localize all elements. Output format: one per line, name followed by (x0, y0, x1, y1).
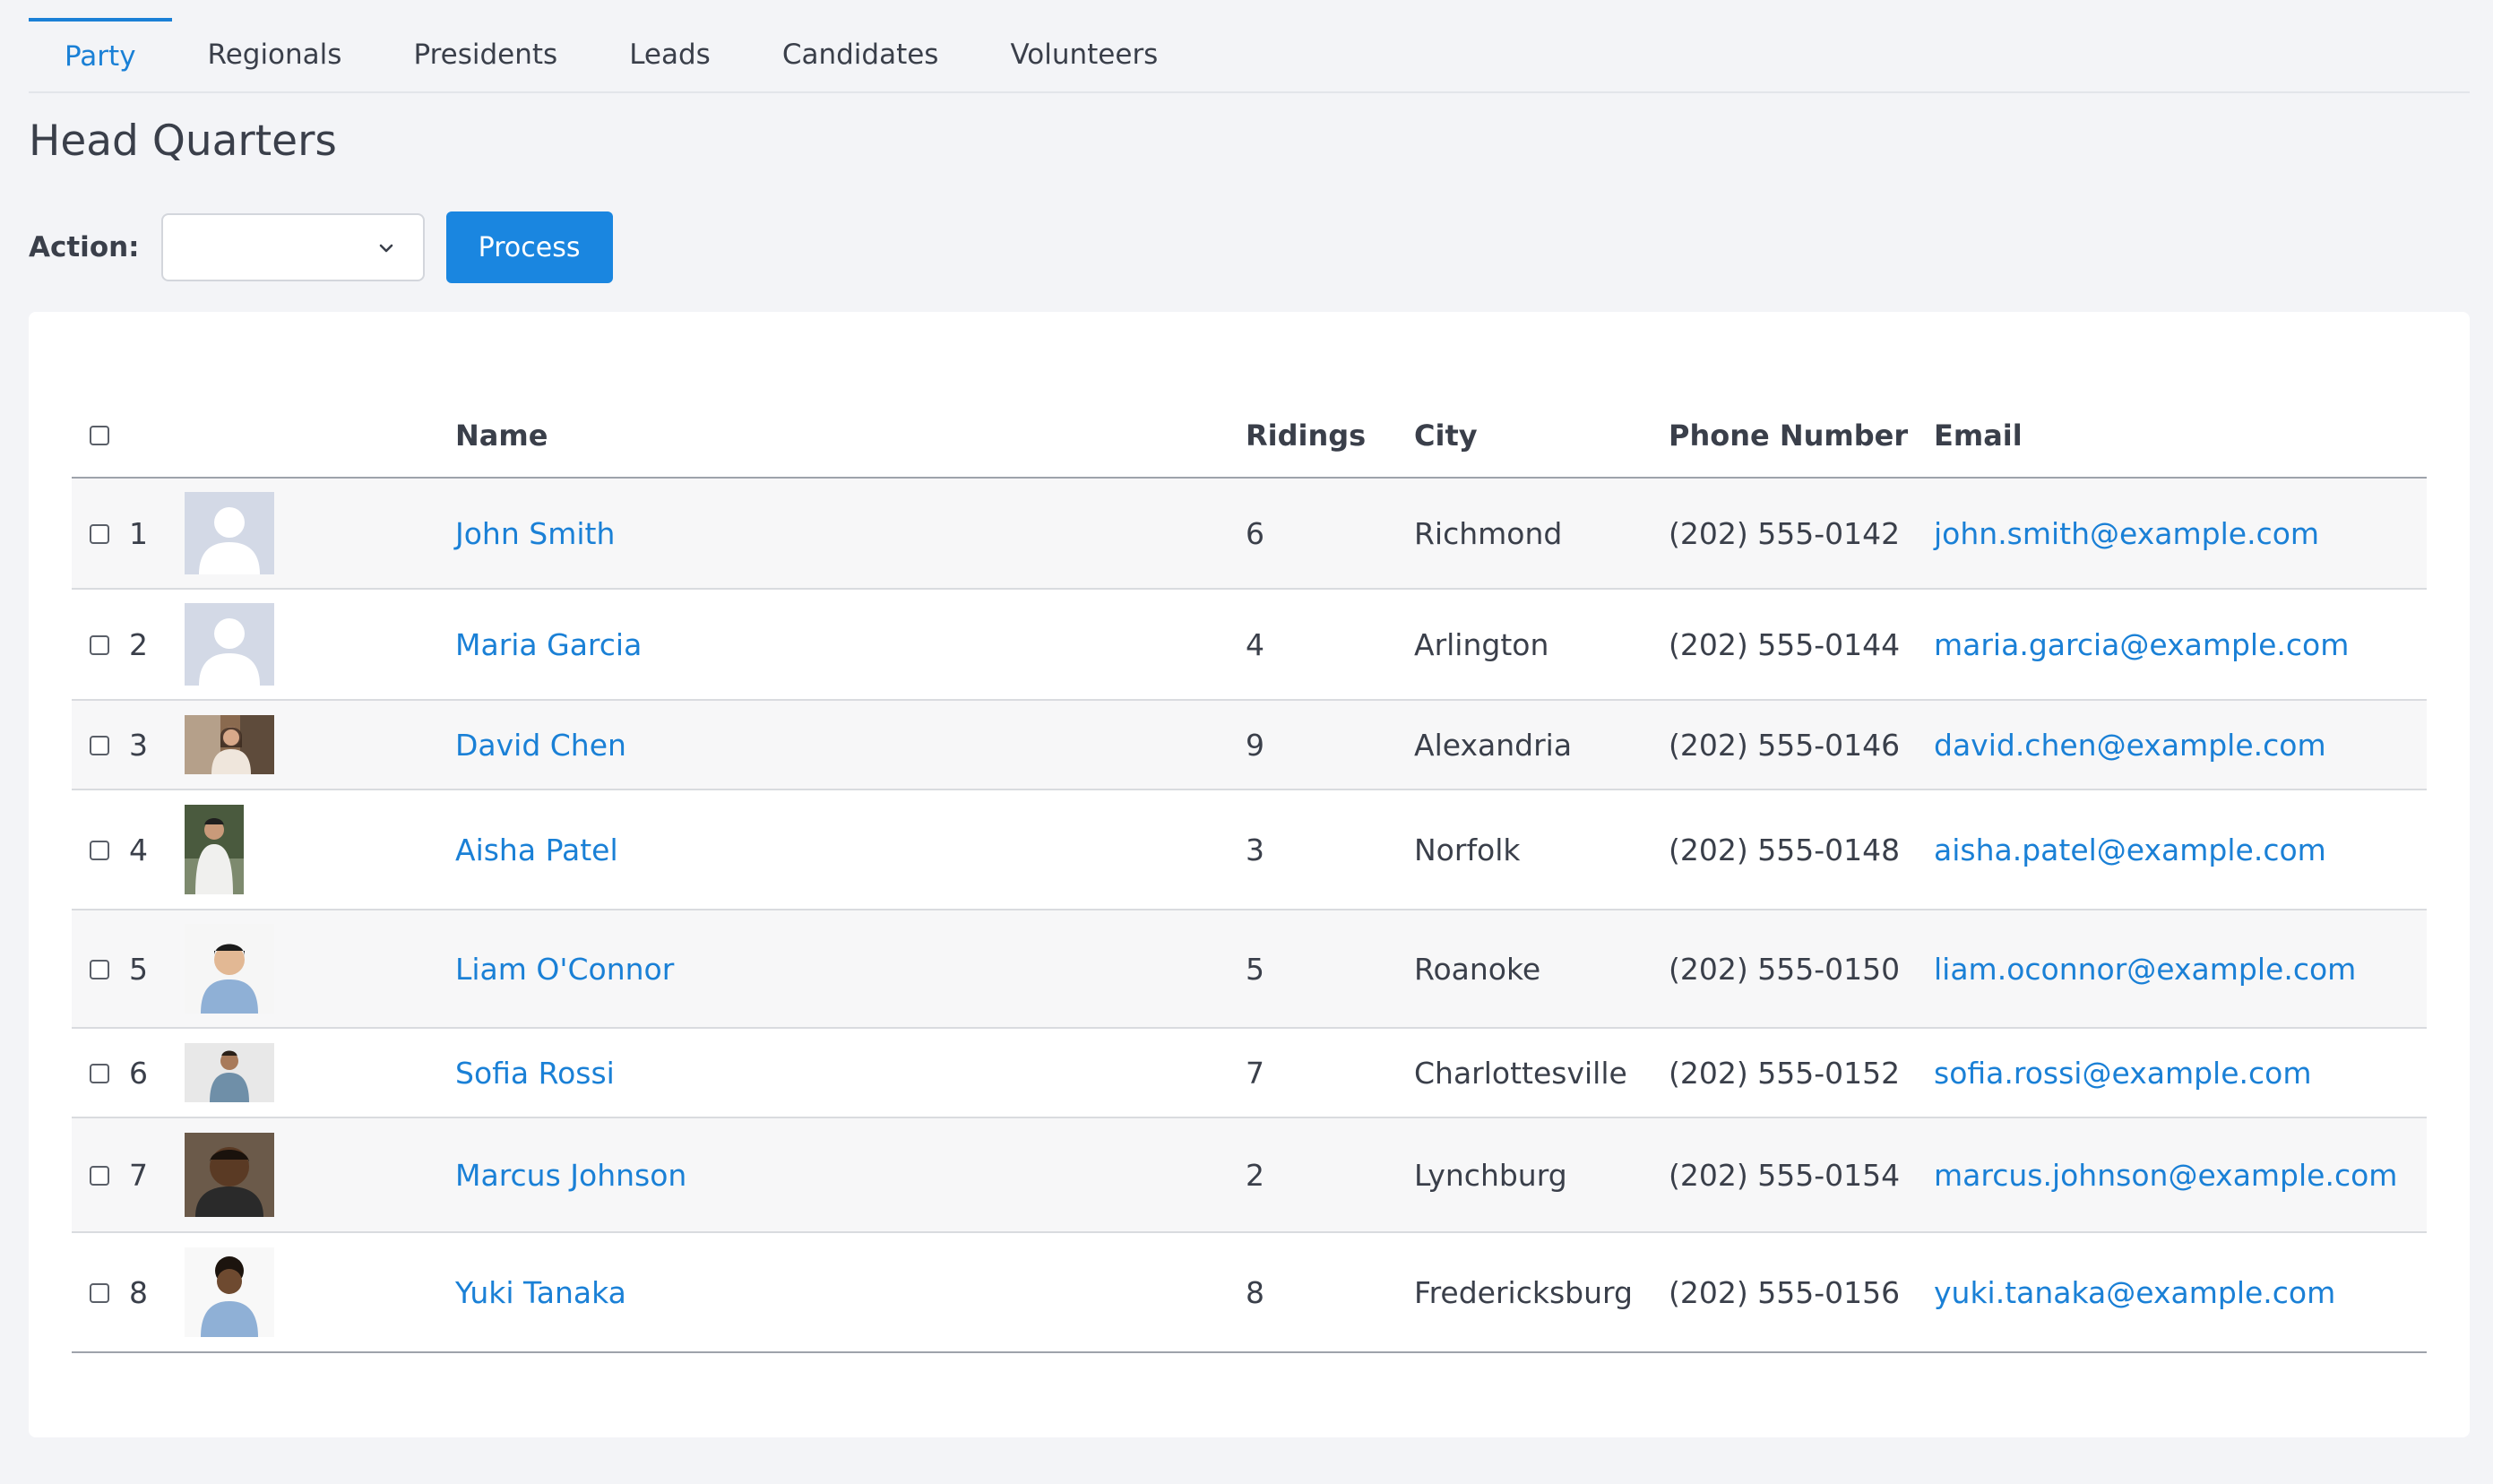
table-row: 1 John Smith 6 Richmond (202) 555-0142 j… (72, 478, 2427, 590)
page-title: Head Quarters (29, 116, 337, 166)
table-row: 4 Aisha Patel 3 Norfolk (202) 555-0148 a… (72, 789, 2427, 910)
table-row: 7 Marcus Johnson 2 Lynchburg (202) 555-0… (72, 1117, 2427, 1233)
ridings-cell: 3 (1246, 789, 1414, 910)
tab-candidates[interactable]: Candidates (746, 18, 975, 91)
member-name-link[interactable]: Sofia Rossi (455, 1056, 615, 1091)
email-link[interactable]: sofia.rossi@example.com (1934, 1056, 2311, 1091)
city-cell: Fredericksburg (1414, 1232, 1669, 1353)
email-link[interactable]: liam.oconnor@example.com (1934, 952, 2356, 987)
email-header[interactable]: Email (1934, 394, 2427, 479)
email-link[interactable]: marcus.johnson@example.com (1934, 1158, 2397, 1193)
email-link[interactable]: john.smith@example.com (1934, 516, 2319, 551)
tab-presidents[interactable]: Presidents (377, 18, 593, 91)
member-name-link[interactable]: Marcus Johnson (455, 1158, 686, 1193)
row-checkbox[interactable] (90, 634, 109, 655)
table-row: 5 Liam O'Connor 5 Roanoke (202) 555-0150… (72, 910, 2427, 1029)
city-cell: Alexandria (1414, 700, 1669, 790)
city-cell: Charlottesville (1414, 1028, 1669, 1118)
member-name-link[interactable]: Aisha Patel (455, 833, 618, 867)
action-label: Action: (29, 231, 140, 263)
phone-cell: (202) 555-0156 (1669, 1232, 1934, 1353)
ridings-cell: 8 (1246, 1232, 1414, 1353)
profile-photo (185, 805, 244, 894)
tab-volunteers[interactable]: Volunteers (974, 18, 1194, 91)
row-number: 7 (129, 1117, 185, 1233)
name-header[interactable]: Name (455, 394, 1246, 479)
member-name-link[interactable]: David Chen (455, 728, 626, 763)
ridings-cell: 7 (1246, 1028, 1414, 1118)
email-link[interactable]: aisha.patel@example.com (1934, 833, 2326, 867)
placeholder-avatar-icon (185, 603, 274, 686)
member-name-link[interactable]: Liam O'Connor (455, 952, 674, 987)
ridings-header[interactable]: Ridings (1246, 394, 1414, 479)
phone-cell: (202) 555-0142 (1669, 478, 1934, 590)
tab-regionals[interactable]: Regionals (172, 18, 378, 91)
members-table: Name Ridings City Phone Number Email 1 J… (72, 394, 2427, 1353)
phone-cell: (202) 555-0146 (1669, 700, 1934, 790)
row-number: 4 (129, 789, 185, 910)
tab-party[interactable]: Party (29, 18, 172, 91)
city-header[interactable]: City (1414, 394, 1669, 479)
profile-photo (185, 1247, 274, 1337)
row-checkbox[interactable] (90, 1063, 109, 1083)
phone-cell: (202) 555-0150 (1669, 910, 1934, 1029)
profile-photo (185, 924, 274, 1014)
phone-cell: (202) 555-0144 (1669, 589, 1934, 701)
ridings-cell: 2 (1246, 1117, 1414, 1233)
profile-photo (185, 1133, 274, 1217)
row-checkbox[interactable] (90, 840, 109, 860)
table-row: 2 Maria Garcia 4 Arlington (202) 555-014… (72, 589, 2427, 701)
member-name-link[interactable]: Maria Garcia (455, 627, 642, 662)
city-cell: Richmond (1414, 478, 1669, 590)
row-number: 1 (129, 478, 185, 590)
member-name-link[interactable]: John Smith (455, 516, 615, 551)
tab-bar: Party Regionals Presidents Leads Candida… (29, 9, 2470, 93)
photo-header (185, 394, 455, 479)
profile-photo (185, 1043, 274, 1102)
number-header (129, 394, 185, 479)
table-row: 3 David Chen 9 Alexandria (202) 555-0146… (72, 700, 2427, 790)
table-card: Name Ridings City Phone Number Email 1 J… (29, 312, 2470, 1437)
row-checkbox[interactable] (90, 1282, 109, 1303)
email-link[interactable]: david.chen@example.com (1934, 728, 2326, 763)
email-link[interactable]: yuki.tanaka@example.com (1934, 1275, 2335, 1310)
phone-header[interactable]: Phone Number (1669, 394, 1934, 479)
row-checkbox[interactable] (90, 1165, 109, 1186)
table-header-row: Name Ridings City Phone Number Email (72, 394, 2427, 479)
placeholder-avatar-icon (185, 492, 274, 574)
action-select[interactable] (160, 213, 425, 281)
phone-cell: (202) 555-0152 (1669, 1028, 1934, 1118)
table-row: 6 Sofia Rossi 7 Charlottesville (202) 55… (72, 1028, 2427, 1118)
action-bar: Action: Process (29, 211, 613, 283)
row-number: 3 (129, 700, 185, 790)
email-link[interactable]: maria.garcia@example.com (1934, 627, 2349, 662)
phone-cell: (202) 555-0154 (1669, 1117, 1934, 1233)
city-cell: Lynchburg (1414, 1117, 1669, 1233)
row-number: 2 (129, 589, 185, 701)
tab-leads[interactable]: Leads (593, 18, 746, 91)
ridings-cell: 6 (1246, 478, 1414, 590)
row-number: 6 (129, 1028, 185, 1118)
city-cell: Arlington (1414, 589, 1669, 701)
row-checkbox[interactable] (90, 959, 109, 979)
process-button[interactable]: Process (445, 211, 613, 283)
row-number: 8 (129, 1232, 185, 1353)
phone-cell: (202) 555-0148 (1669, 789, 1934, 910)
chevron-down-icon (379, 244, 392, 253)
member-name-link[interactable]: Yuki Tanaka (455, 1275, 626, 1310)
ridings-cell: 5 (1246, 910, 1414, 1029)
table-row: 8 Yuki Tanaka 8 Fredericksburg (202) 555… (72, 1232, 2427, 1353)
city-cell: Norfolk (1414, 789, 1669, 910)
ridings-cell: 4 (1246, 589, 1414, 701)
row-number: 5 (129, 910, 185, 1029)
row-checkbox[interactable] (90, 735, 109, 755)
row-checkbox[interactable] (90, 523, 109, 544)
profile-photo (185, 715, 274, 774)
ridings-cell: 9 (1246, 700, 1414, 790)
city-cell: Roanoke (1414, 910, 1669, 1029)
select-all-checkbox[interactable] (90, 426, 109, 445)
